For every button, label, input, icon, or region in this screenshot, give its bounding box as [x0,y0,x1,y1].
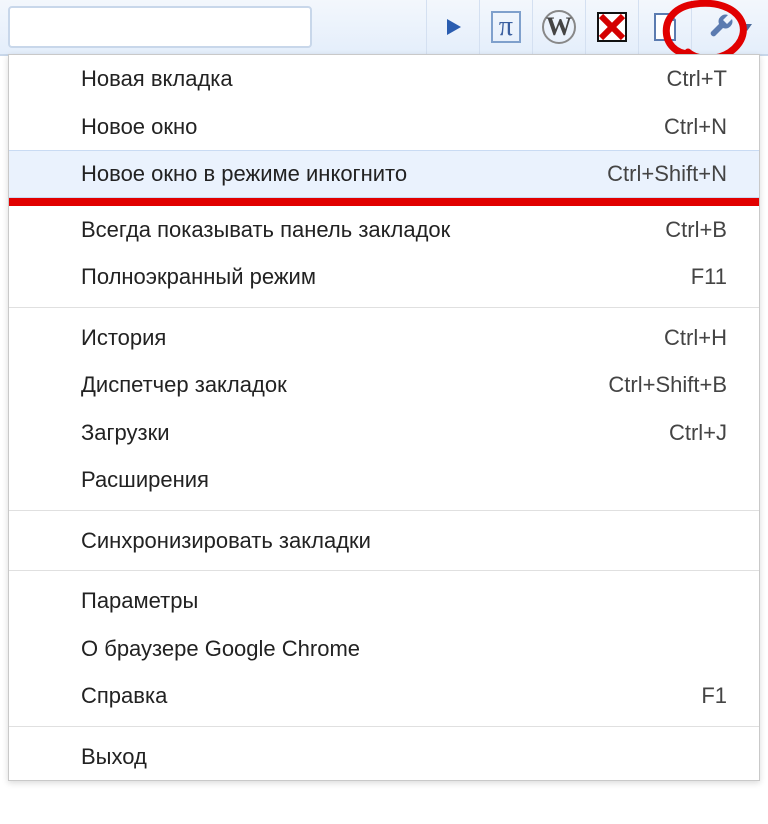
menu-item-label: Новое окно [81,113,648,141]
menu-item[interactable]: Параметры [9,577,759,625]
menu-item-shortcut: Ctrl+Shift+N [607,160,727,188]
address-bar[interactable] [8,6,312,48]
menu-separator [9,726,759,727]
menu-item-label: Полноэкранный режим [81,263,675,291]
menu-separator [9,307,759,308]
pi-icon: π [491,11,521,43]
menu-item-label: Параметры [81,587,727,615]
menu-item-label: Новая вкладка [81,65,651,93]
menu-item[interactable]: Выход [9,733,759,781]
menu-item[interactable]: Полноэкранный режим F11 [9,253,759,301]
menu-item-label: Загрузки [81,419,653,447]
toolbar-wrench-button[interactable] [691,0,768,54]
dropdown-caret-icon [742,22,752,32]
browser-toolbar: π W [0,0,768,56]
menu-item-shortcut: Ctrl+H [664,324,727,352]
menu-separator [9,570,759,571]
blocked-x-icon [597,12,627,42]
menu-item[interactable]: Всегда показывать панель закладок Ctrl+B [9,206,759,254]
menu-item[interactable]: Новое окно в режиме инкогнито Ctrl+Shift+… [9,150,759,198]
menu-item[interactable]: Загрузки Ctrl+J [9,409,759,457]
play-icon [443,17,463,37]
menu-item-label: Справка [81,682,685,710]
menu-item-shortcut: Ctrl+B [665,216,727,244]
menu-item[interactable]: Новое окно Ctrl+N [9,103,759,151]
menu-item-label: История [81,324,648,352]
menu-item[interactable]: О браузере Google Chrome [9,625,759,673]
menu-item-label: Синхронизировать закладки [81,527,727,555]
menu-item[interactable]: Справка F1 [9,672,759,720]
menu-item-label: Диспетчер закладок [81,371,592,399]
menu-item-shortcut: F1 [701,682,727,710]
menu-item-shortcut: Ctrl+Shift+B [608,371,727,399]
menu-item-label: Выход [81,743,727,771]
menu-item-label: Новое окно в режиме инкогнито [81,160,591,188]
page-icon [652,12,678,42]
toolbar-wikipedia-button[interactable]: W [532,0,585,54]
annotation-underline [9,198,759,206]
menu-item[interactable]: Расширения [9,456,759,504]
menu-item-shortcut: Ctrl+N [664,113,727,141]
menu-item[interactable]: История Ctrl+H [9,314,759,362]
menu-item[interactable]: Диспетчер закладок Ctrl+Shift+B [9,361,759,409]
menu-item-label: О браузере Google Chrome [81,635,727,663]
wrench-menu: Новая вкладкаCtrl+TНовое окноCtrl+NНовое… [8,54,760,781]
toolbar-spacer [312,0,426,54]
toolbar-pi-button[interactable]: π [479,0,532,54]
toolbar-blocked-button[interactable] [585,0,638,54]
menu-separator [9,510,759,511]
menu-item-label: Всегда показывать панель закладок [81,216,649,244]
menu-item[interactable]: Новая вкладка Ctrl+T [9,55,759,103]
wrench-icon [708,12,738,42]
menu-item-label: Расширения [81,466,727,494]
toolbar-play-button[interactable] [426,0,479,54]
menu-item[interactable]: Синхронизировать закладки [9,517,759,565]
wikipedia-icon: W [542,10,576,44]
menu-item-shortcut: F11 [691,263,727,291]
toolbar-page-button[interactable] [638,0,691,54]
menu-item-shortcut: Ctrl+J [669,419,727,447]
menu-item-shortcut: Ctrl+T [667,65,728,93]
